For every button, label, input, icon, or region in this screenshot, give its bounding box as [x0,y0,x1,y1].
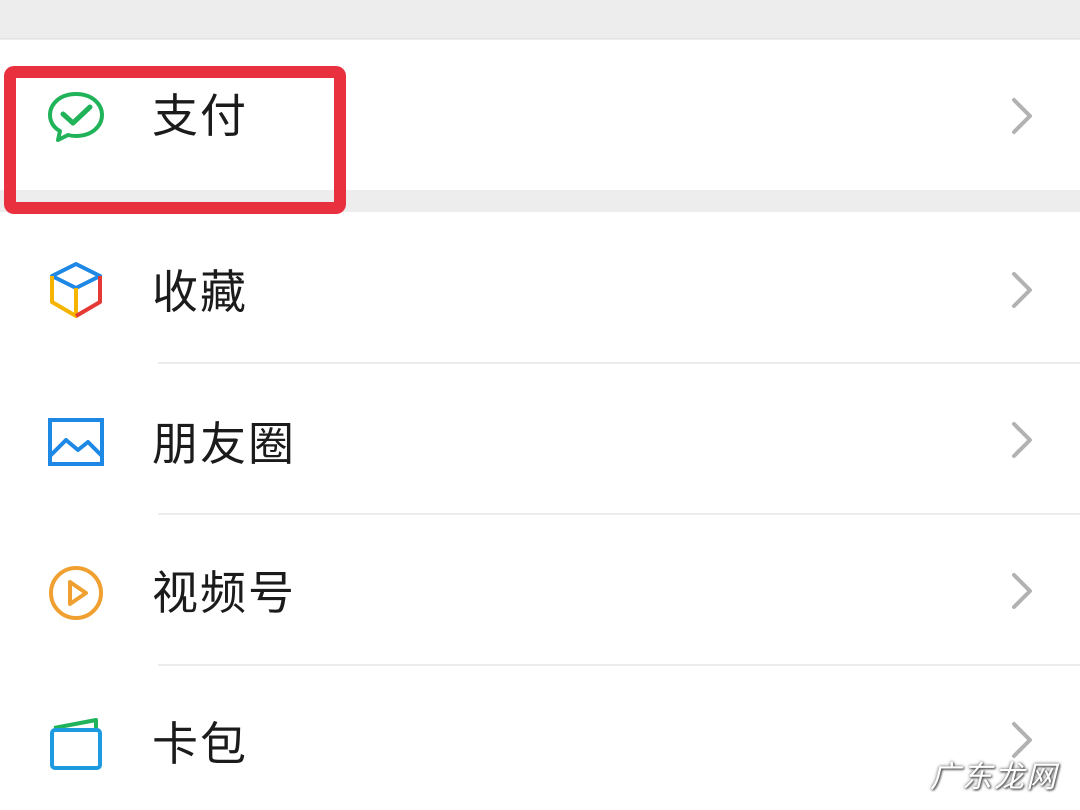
watermark: 广东龙网 [930,760,1058,795]
menu-item-moments[interactable]: 朋友圈 [0,364,1080,515]
chevron-right-icon [1004,92,1040,140]
menu-item-cards[interactable]: 卡包 [0,666,1080,810]
card-wallet-icon [44,712,108,776]
menu-item-label: 卡包 [152,717,248,771]
menu-item-label: 朋友圈 [152,417,296,471]
wechat-pay-icon [44,86,108,150]
wechat-me-page: 支付 收藏 朋友圈 视频号 卡包 广东龙网 [0,0,1080,810]
moments-picture-icon [44,410,108,474]
menu-item-label: 支付 [152,89,248,143]
section-gap [0,0,1080,39]
channels-play-icon [44,561,108,625]
favorites-cube-icon [44,258,108,322]
menu-item-label: 视频号 [152,566,296,620]
section-gap [0,190,1080,212]
menu-item-pay[interactable]: 支付 [0,40,1080,190]
menu-item-channels[interactable]: 视频号 [0,515,1080,666]
chevron-right-icon [1004,266,1040,314]
chevron-right-icon [1004,416,1040,464]
menu-item-label: 收藏 [152,265,248,319]
chevron-right-icon [1004,567,1040,615]
menu-item-favorites[interactable]: 收藏 [0,212,1080,364]
